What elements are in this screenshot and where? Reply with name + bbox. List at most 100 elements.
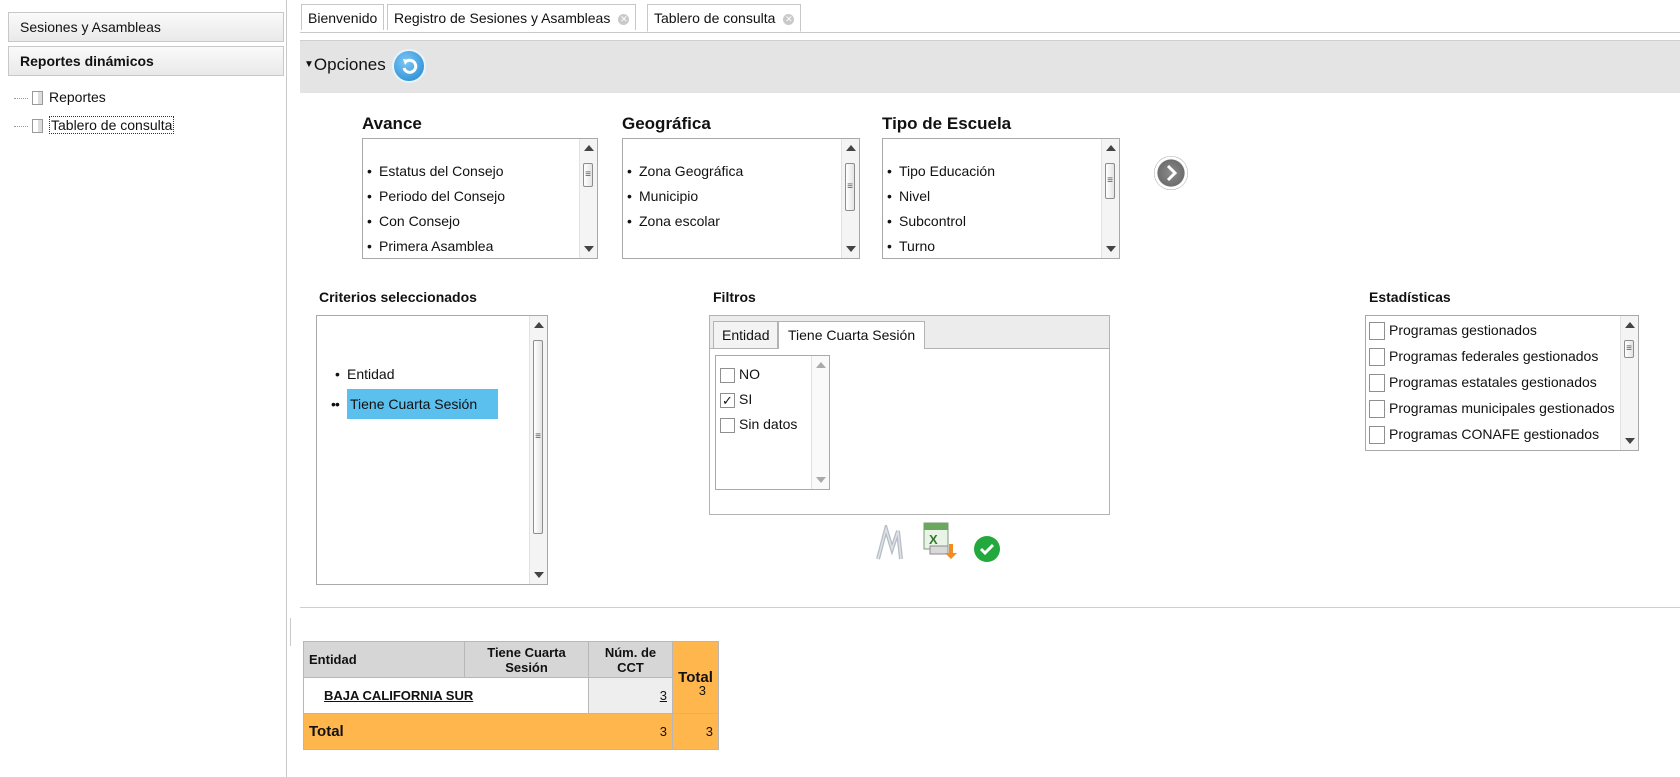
estadistica-item[interactable]: Programas gestionados (1369, 320, 1638, 346)
scrollbar[interactable] (811, 356, 829, 489)
next-arrow-button[interactable] (1154, 156, 1188, 190)
sidebar: Sesiones y Asambleas Reportes dinámicos … (0, 0, 287, 777)
estadisticas-list[interactable]: Programas gestionados Programas federale… (1365, 315, 1639, 451)
filter-option-label: Sin datos (739, 416, 798, 432)
scroll-thumb[interactable] (1105, 163, 1115, 199)
tab-bienvenido[interactable]: Bienvenido (301, 4, 385, 30)
scrollbar[interactable] (841, 139, 859, 258)
tab-label: Tablero de consulta (654, 10, 776, 26)
options-bar: ▼Opciones (300, 40, 1680, 94)
tab-label: Registro de Sesiones y Asambleas (394, 10, 611, 26)
sidebar-header-reportes-dinamicos[interactable]: Reportes dinámicos (8, 46, 284, 76)
filter-option-label: NO (739, 366, 760, 382)
checkbox[interactable] (1369, 322, 1385, 341)
avance-title: Avance (362, 114, 422, 133)
apply-check-icon[interactable] (974, 536, 1000, 562)
scroll-up-icon[interactable] (846, 145, 856, 151)
scroll-thumb[interactable] (533, 340, 543, 534)
list-item[interactable]: Subcontrol (883, 209, 1119, 234)
excel-export-icon[interactable]: X (922, 520, 958, 560)
list-item[interactable]: Estatus del Consejo (363, 159, 597, 184)
list-item-selected[interactable]: • Tiene Cuarta Sesión (331, 389, 547, 419)
geografica-list[interactable]: Zona Geográfica Municipio Zona escolar (622, 138, 860, 259)
table-row: BAJA CALIFORNIA SUR 3 (303, 677, 719, 714)
estadistica-item[interactable]: Programas federales gestionados (1369, 346, 1638, 372)
chevron-right-icon (1166, 164, 1178, 182)
checkbox[interactable] (720, 367, 735, 383)
filtros-title: Filtros (713, 289, 756, 305)
list-item[interactable]: Entidad (331, 359, 547, 389)
refresh-icon[interactable] (392, 49, 426, 83)
checkbox[interactable] (720, 417, 735, 433)
scrollbar[interactable] (1101, 139, 1119, 258)
sidebar-header-label: Reportes dinámicos (20, 53, 154, 69)
sidebar-header-sesiones[interactable]: Sesiones y Asambleas (8, 12, 284, 42)
scroll-up-icon[interactable] (1106, 145, 1116, 151)
column-header-num-cct[interactable]: Núm. de CCT (588, 641, 673, 678)
options-title: Opciones (313, 55, 386, 74)
scroll-thumb[interactable] (845, 163, 855, 211)
row-entidad-link[interactable]: BAJA CALIFORNIA SUR (303, 677, 589, 714)
tree-connector (14, 125, 28, 127)
scroll-down-icon[interactable] (534, 572, 544, 578)
checkbox-checked[interactable]: ✓ (720, 392, 735, 408)
criterios-list[interactable]: Entidad • Tiene Cuarta Sesión (316, 315, 548, 585)
scroll-thumb[interactable] (583, 163, 593, 187)
scroll-down-icon[interactable] (846, 246, 856, 252)
total-row-label: Total (303, 713, 589, 750)
options-toggle[interactable]: ▼Opciones (304, 55, 386, 75)
column-header-total[interactable]: Total (672, 641, 719, 714)
scroll-up-icon[interactable] (584, 145, 594, 151)
list-item[interactable]: Primera Asamblea (363, 234, 597, 258)
collapse-triangle-icon: ▼ (304, 59, 314, 70)
total-row-total: 3 (672, 713, 719, 750)
row-num-cct-link[interactable]: 3 (588, 677, 673, 714)
scroll-up-icon[interactable] (534, 322, 544, 328)
list-item[interactable]: Con Consejo (363, 209, 597, 234)
estadistica-item[interactable]: Programas CONAFE gestionados (1369, 424, 1638, 450)
scroll-down-icon[interactable] (1106, 246, 1116, 252)
scroll-down-icon[interactable] (1625, 438, 1635, 444)
scroll-down-icon[interactable] (816, 477, 826, 483)
checkbox[interactable] (1369, 374, 1385, 393)
checkbox[interactable] (1369, 348, 1385, 367)
scroll-thumb[interactable] (1624, 340, 1634, 358)
sidebar-item-reportes[interactable]: Reportes (14, 86, 106, 108)
scroll-up-icon[interactable] (1625, 322, 1635, 328)
graph-icon[interactable] (874, 521, 904, 561)
estadisticas-title: Estadísticas (1369, 289, 1451, 305)
checkbox[interactable] (1369, 400, 1385, 419)
total-row-num-cct: 3 (588, 713, 673, 750)
list-item[interactable]: Periodo del Consejo (363, 184, 597, 209)
sidebar-item-label: Tablero de consulta (49, 116, 175, 134)
splitter-handle[interactable] (290, 618, 291, 646)
tab-filtro-cuarta-sesion[interactable]: Tiene Cuarta Sesión (778, 321, 926, 349)
tab-registro-sesiones[interactable]: Registro de Sesiones y Asambleas ✕ (387, 4, 637, 30)
tab-filtro-entidad[interactable]: Entidad (713, 321, 779, 348)
sidebar-item-tablero[interactable]: Tablero de consulta (14, 114, 175, 136)
avance-list[interactable]: Estatus del Consejo Periodo del Consejo … (362, 138, 598, 259)
close-icon[interactable]: ✕ (783, 13, 795, 25)
scrollbar[interactable] (529, 316, 547, 584)
tipo-escuela-list[interactable]: Tipo Educación Nivel Subcontrol Turno (882, 138, 1120, 259)
scrollbar[interactable] (579, 139, 597, 258)
tab-tablero-consulta[interactable]: Tablero de consulta ✕ (647, 4, 802, 32)
table-total-row: Total 3 3 (303, 713, 719, 750)
checkbox[interactable] (1369, 426, 1385, 445)
scroll-down-icon[interactable] (584, 246, 594, 252)
close-icon[interactable]: ✕ (618, 13, 630, 25)
filtros-options-list[interactable]: NO ✓ SI Sin datos (715, 355, 830, 490)
list-item[interactable]: Zona escolar (623, 209, 859, 234)
scroll-up-icon[interactable] (816, 362, 826, 368)
column-header-cuarta-sesion[interactable]: Tiene Cuarta Sesión (464, 641, 589, 678)
list-item[interactable]: Nivel (883, 184, 1119, 209)
column-header-entidad[interactable]: Entidad (303, 641, 465, 678)
list-item[interactable]: Municipio (623, 184, 859, 209)
scrollbar[interactable] (1620, 316, 1638, 450)
list-item[interactable]: Tipo Educación (883, 159, 1119, 184)
list-item[interactable]: Zona Geográfica (623, 159, 859, 184)
estadistica-item[interactable]: Programas estatales gestionados (1369, 372, 1638, 398)
estadistica-item[interactable]: Programas municipales gestionados (1369, 398, 1638, 424)
estadistica-label: Programas municipales gestionados (1389, 400, 1615, 416)
list-item[interactable]: Turno (883, 234, 1119, 258)
